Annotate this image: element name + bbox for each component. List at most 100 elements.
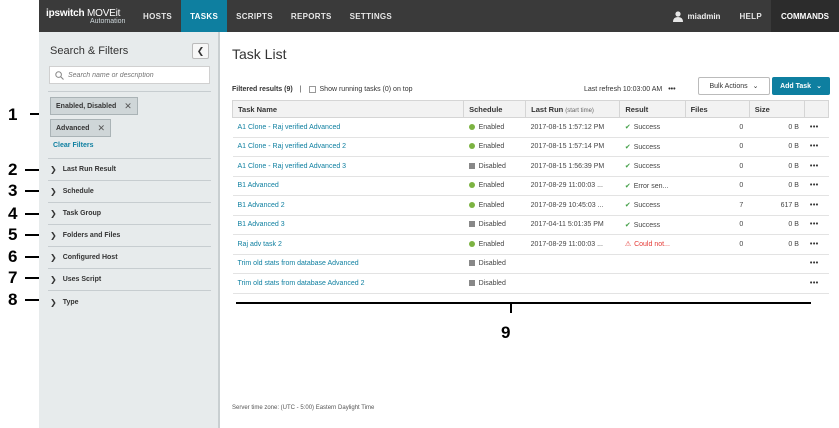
row-actions-cell: ••• <box>804 195 829 216</box>
task-name-link[interactable]: Trim old stats from database Advanced <box>232 254 464 274</box>
nav-settings[interactable]: SETTINGS <box>341 0 401 32</box>
schedule-cell: Disabled <box>463 254 526 274</box>
task-name-link[interactable]: B1 Advanced 2 <box>232 195 464 216</box>
table-header-row: Task Name Schedule Last Run (start time) … <box>231 100 829 118</box>
show-running-checkbox[interactable] <box>308 86 316 93</box>
col-actions <box>804 100 829 118</box>
files-cell: 7 <box>685 195 750 216</box>
nav-reports[interactable]: REPORTS <box>282 0 341 32</box>
facet-configured-host[interactable]: ❯ Configured Host <box>48 247 211 269</box>
task-name-link[interactable]: A1 Clone - Raj verified Advanced 2 <box>232 137 464 157</box>
facet-uses-script[interactable]: ❯ Uses Script <box>48 269 211 291</box>
search-box <box>49 66 210 84</box>
table-row[interactable]: A1 Clone - Raj verified Advanced 3 Disabl… <box>232 156 829 177</box>
row-menu-icon[interactable]: ••• <box>810 241 819 248</box>
nav-commands[interactable]: COMMANDS <box>771 0 839 32</box>
task-name-link[interactable]: A1 Clone - Raj verified Advanced <box>232 117 464 138</box>
user-menu[interactable]: miadmin <box>663 0 731 32</box>
facet-task-group[interactable]: ❯ Task Group <box>48 203 211 225</box>
table-row[interactable]: Raj adv task 2 Enabled 2017-08-29 11:00:03… <box>232 234 829 255</box>
task-name-link[interactable]: Trim old stats from database Advanced 2 <box>232 273 464 294</box>
chevron-right-icon: ❯ <box>50 187 57 196</box>
filtered-results-bar: Filtered results (9) | Show running task… <box>232 86 413 93</box>
result-cell: ✔ Success <box>619 117 686 138</box>
table-row[interactable]: Trim old stats from database Advanced 2 D… <box>232 273 829 294</box>
remove-filter-icon[interactable]: ✕ <box>97 123 105 134</box>
row-menu-icon[interactable]: ••• <box>810 143 819 150</box>
table-row[interactable]: B1 Advanced Enabled 2017-08-29 11:00:03 ..… <box>232 176 829 196</box>
files-cell: 0 <box>685 117 750 138</box>
task-name-link[interactable]: Raj adv task 2 <box>232 234 464 255</box>
table-row[interactable]: B1 Advanced 2 Enabled 2017-08-29 10:45:03 … <box>232 195 829 216</box>
col-schedule[interactable]: Schedule <box>463 100 527 118</box>
col-task-name[interactable]: Task Name <box>231 100 465 118</box>
last-refresh-text: Last refresh 10:03:00 AM <box>584 86 663 93</box>
sidebar-title: Search & Filters <box>50 45 129 57</box>
schedule-cell: Disabled <box>463 215 526 235</box>
task-name-link[interactable]: B1 Advanced <box>232 176 464 196</box>
size-cell <box>749 254 805 274</box>
result-cell <box>619 273 686 294</box>
row-menu-icon[interactable]: ••• <box>810 182 819 189</box>
nav-tasks[interactable]: TASKS <box>181 0 228 32</box>
col-size[interactable]: Size <box>748 100 806 118</box>
add-task-button[interactable]: Add Task ⌄ <box>772 77 830 95</box>
refresh-menu-icon[interactable]: ••• <box>668 86 675 93</box>
remove-filter-icon[interactable]: ✕ <box>124 101 132 112</box>
row-menu-icon[interactable]: ••• <box>810 260 819 267</box>
col-result[interactable]: Result <box>619 100 686 118</box>
bulk-actions-dropdown[interactable]: Bulk Actions ⌄ <box>698 77 770 95</box>
schedule-text: Enabled <box>478 143 505 151</box>
row-menu-icon[interactable]: ••• <box>810 221 819 228</box>
callout-2: 2 <box>8 160 18 179</box>
chevron-right-icon: ❯ <box>50 297 57 307</box>
main-content: Task List Filtered results (9) | Show ru… <box>222 32 839 428</box>
row-menu-icon[interactable]: ••• <box>810 124 819 131</box>
files-cell: 0 <box>685 176 750 196</box>
facet-label: Folders and Files <box>62 232 121 239</box>
user-icon <box>672 10 683 22</box>
table-row[interactable]: A1 Clone - Raj verified Advanced 2 Enable… <box>232 137 829 157</box>
check-icon: ✔ <box>624 202 631 210</box>
nav-hosts[interactable]: HOSTS <box>134 0 181 32</box>
chevron-down-icon: ⌄ <box>752 83 759 90</box>
row-menu-icon[interactable]: ••• <box>810 202 819 209</box>
size-cell: 0 B <box>749 117 805 138</box>
enabled-status-icon <box>468 201 475 208</box>
size-cell: 617 B <box>749 195 805 216</box>
result-cell: ⚠ Could not... <box>619 234 686 255</box>
col-last-run[interactable]: Last Run (start time) <box>525 100 621 118</box>
chevron-right-icon: ❯ <box>50 275 57 284</box>
nav-help[interactable]: HELP <box>730 0 771 32</box>
chevron-down-icon: ⌄ <box>816 83 822 90</box>
task-name-link[interactable]: B1 Advanced 3 <box>232 215 464 235</box>
table-row[interactable]: Trim old stats from database Advanced Dis… <box>232 254 829 274</box>
row-actions-cell: ••• <box>804 176 829 196</box>
facet-last-run-result[interactable]: ❯ Last Run Result <box>48 159 211 181</box>
logo[interactable]: ipswitch MOVEit Automation <box>39 0 134 32</box>
collapse-sidebar-button[interactable]: ❮ <box>192 43 209 59</box>
result-text: Error sen... <box>633 182 669 190</box>
row-menu-icon[interactable]: ••• <box>810 163 819 170</box>
nav-scripts[interactable]: SCRIPTS <box>227 0 282 32</box>
row-menu-icon[interactable]: ••• <box>810 280 819 287</box>
schedule-cell: Enabled <box>463 234 526 255</box>
sidebar-divider <box>48 91 211 92</box>
enabled-status-icon <box>468 123 475 130</box>
table-row[interactable]: B1 Advanced 3 Disabled 2017-04-11 5:01:35 … <box>232 215 829 235</box>
logo-subtitle: Automation <box>90 17 126 25</box>
clear-filters-link[interactable]: Clear Filters <box>53 142 93 149</box>
facet-type[interactable]: ❯ Type <box>48 291 211 313</box>
facet-folders-and-files[interactable]: ❯ Folders and Files <box>48 225 211 247</box>
facet-label: Configured Host <box>62 254 118 261</box>
callout-5: 5 <box>8 225 18 244</box>
search-input[interactable] <box>68 71 198 79</box>
filter-chip-schedule: Enabled, Disabled ✕ <box>50 97 138 115</box>
facet-schedule[interactable]: ❯ Schedule <box>48 181 211 203</box>
task-name-link[interactable]: A1 Clone - Raj verified Advanced 3 <box>232 156 464 177</box>
table-row[interactable]: A1 Clone - Raj verified Advanced Enabled 2… <box>232 117 829 138</box>
size-cell: 0 B <box>749 137 805 157</box>
schedule-cell: Disabled <box>463 156 526 177</box>
col-files[interactable]: Files <box>684 100 750 118</box>
col-last-run-sub: (start time) <box>565 107 594 114</box>
